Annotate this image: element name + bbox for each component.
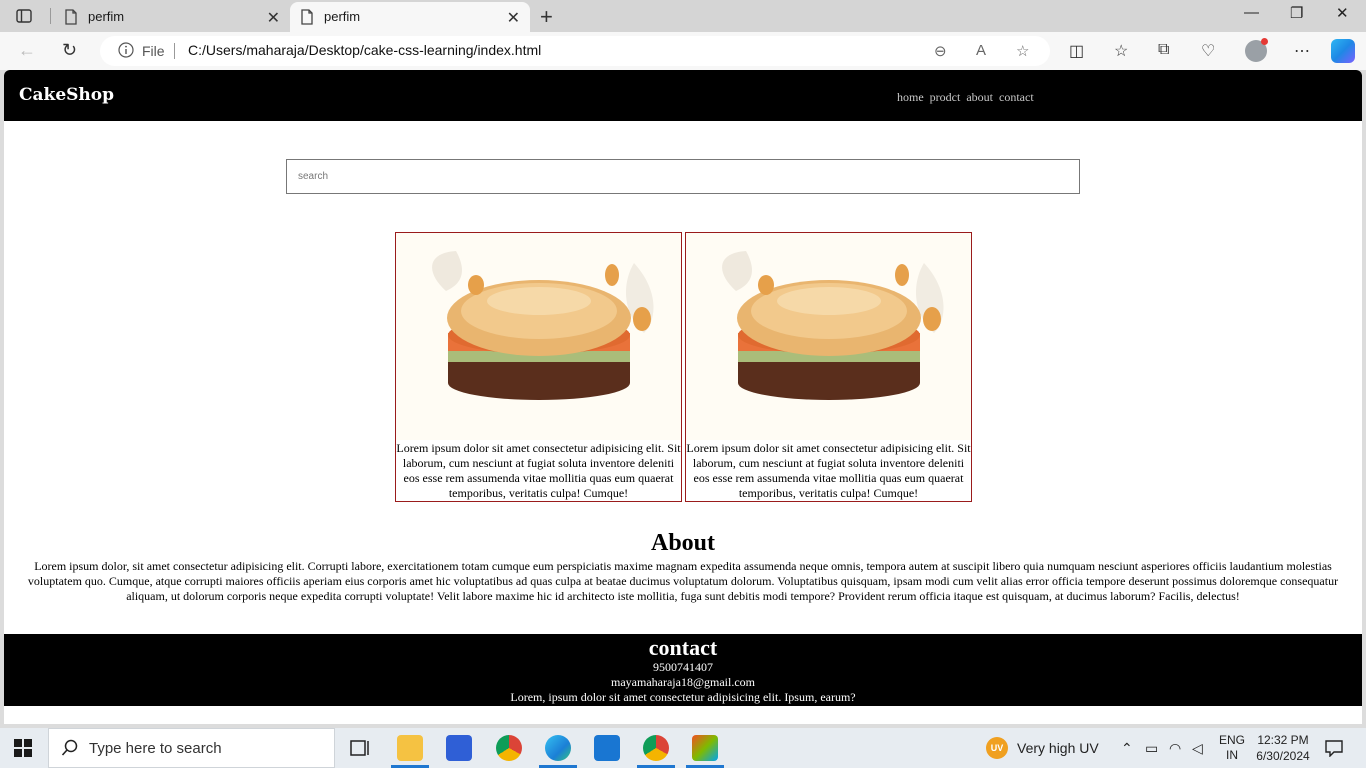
weather-text[interactable]: Very high UV xyxy=(1017,740,1099,756)
notifications-icon[interactable] xyxy=(1325,739,1343,762)
address-bar[interactable]: File C:/Users/maharaja/Desktop/cake-css-… xyxy=(100,36,1050,66)
search-icon xyxy=(61,739,79,762)
contact-footer: contact 9500741407 mayamaharaja18@gmail.… xyxy=(4,634,1362,706)
card-description: Lorem ipsum dolor sit amet consectetur a… xyxy=(686,441,971,500)
windows-start-icon[interactable] xyxy=(14,739,32,762)
minimize-icon[interactable]: — xyxy=(1244,4,1259,21)
browser-toolbar: ← ↻ File C:/Users/maharaja/Desktop/cake-… xyxy=(0,32,1366,70)
favorites-icon[interactable]: ☆ xyxy=(1114,41,1128,61)
url-text[interactable]: C:/Users/maharaja/Desktop/cake-css-learn… xyxy=(188,42,541,58)
about-text: Lorem ipsum dolor, sit amet consectetur … xyxy=(27,559,1339,603)
about-heading: About xyxy=(650,530,716,556)
browser-tab-1[interactable]: perfim ✕ xyxy=(54,2,290,32)
search-input[interactable] xyxy=(287,160,1079,193)
more-menu-icon[interactable]: ⋯ xyxy=(1294,41,1310,61)
nav-link-about[interactable]: about xyxy=(966,90,993,104)
wifi-icon[interactable]: ◠ xyxy=(1169,740,1181,757)
read-aloud-icon[interactable]: A xyxy=(976,42,986,59)
language-indicator[interactable]: ENG IN xyxy=(1219,733,1245,763)
collections-icon[interactable]: ⧉ xyxy=(1158,41,1169,59)
zoom-out-icon[interactable]: ⊖ xyxy=(934,42,947,60)
show-hidden-icons-icon[interactable]: ⌃ xyxy=(1121,740,1133,757)
close-window-icon[interactable]: ✕ xyxy=(1336,4,1349,22)
mail-icon[interactable] xyxy=(594,735,620,761)
uv-badge-icon[interactable]: UV xyxy=(986,737,1008,759)
file-explorer-icon[interactable] xyxy=(397,735,423,761)
tab-actions-icon[interactable] xyxy=(10,6,38,26)
browser-essentials-icon[interactable]: ♡ xyxy=(1201,41,1215,61)
system-clock[interactable]: 12:32 PM 6/30/2024 xyxy=(1250,732,1316,764)
card-description: Lorem ipsum dolor sit amet consectetur a… xyxy=(396,441,681,500)
nav-link-contact[interactable]: contact xyxy=(999,90,1034,104)
new-tab-icon[interactable]: + xyxy=(540,4,553,30)
microsoft-store-icon[interactable] xyxy=(446,735,472,761)
tab-title: perfim xyxy=(324,9,361,24)
battery-icon[interactable]: ▭ xyxy=(1145,740,1158,757)
browser-tab-2[interactable]: perfim ✕ xyxy=(290,2,530,32)
language-region: IN xyxy=(1226,748,1238,762)
nav-link-product[interactable]: prodct xyxy=(930,90,961,104)
language-code: ENG xyxy=(1219,733,1246,747)
contact-phone: 9500741407 xyxy=(653,660,713,674)
taskbar-search-placeholder: Type here to search xyxy=(89,740,222,757)
divider xyxy=(174,43,175,59)
restore-icon[interactable]: ❐ xyxy=(1290,4,1303,22)
clock-time: 12:32 PM xyxy=(1257,733,1309,747)
refresh-icon[interactable]: ↻ xyxy=(62,40,77,61)
close-tab-icon[interactable]: ✕ xyxy=(267,8,280,28)
edge-icon[interactable] xyxy=(545,735,571,761)
contact-text: Lorem, ipsum dolor sit amet consectetur … xyxy=(510,690,856,704)
product-card[interactable]: Lorem ipsum dolor sit amet consectetur a… xyxy=(395,232,682,502)
product-card[interactable]: Lorem ipsum dolor sit amet consectetur a… xyxy=(685,232,972,502)
scheme-label: File xyxy=(142,43,165,59)
cake-image xyxy=(396,233,681,440)
taskbar-search[interactable]: Type here to search xyxy=(48,728,335,768)
site-nav: home prodct about contact xyxy=(897,90,1037,105)
site-header: CakeShop home prodct about contact xyxy=(4,70,1362,121)
info-icon[interactable] xyxy=(118,42,134,63)
page-icon xyxy=(64,9,78,28)
page-icon xyxy=(300,9,314,28)
nav-link-home[interactable]: home xyxy=(897,90,924,104)
app-icon[interactable] xyxy=(692,735,718,761)
back-arrow-icon[interactable]: ← xyxy=(18,40,36,61)
windows-taskbar: Type here to search UV Very high UV ⌃ ▭ … xyxy=(0,728,1366,768)
chrome-icon[interactable] xyxy=(496,735,522,761)
split-screen-icon[interactable]: ◫ xyxy=(1069,41,1084,61)
brand-logo[interactable]: CakeShop xyxy=(19,85,114,105)
browser-tab-strip: perfim ✕ perfim ✕ + — ❐ ✕ xyxy=(0,0,1366,32)
copilot-icon[interactable] xyxy=(1331,39,1355,63)
task-view-icon[interactable] xyxy=(347,735,373,761)
contact-email[interactable]: mayamaharaja18@gmail.com xyxy=(4,675,1362,690)
cake-image xyxy=(686,233,971,440)
tab-title: perfim xyxy=(88,9,125,24)
close-tab-icon[interactable]: ✕ xyxy=(507,8,520,28)
notification-dot xyxy=(1261,38,1268,45)
tab-separator xyxy=(50,8,51,24)
favorite-star-icon[interactable]: ☆ xyxy=(1016,42,1029,60)
search-box xyxy=(286,159,1080,194)
clock-date: 6/30/2024 xyxy=(1256,749,1310,763)
chrome-profile-icon[interactable] xyxy=(643,735,669,761)
page-viewport: CakeShop home prodct about contact searc… xyxy=(4,70,1362,724)
contact-heading: contact xyxy=(648,635,718,660)
volume-icon[interactable]: ◁ xyxy=(1192,740,1203,757)
